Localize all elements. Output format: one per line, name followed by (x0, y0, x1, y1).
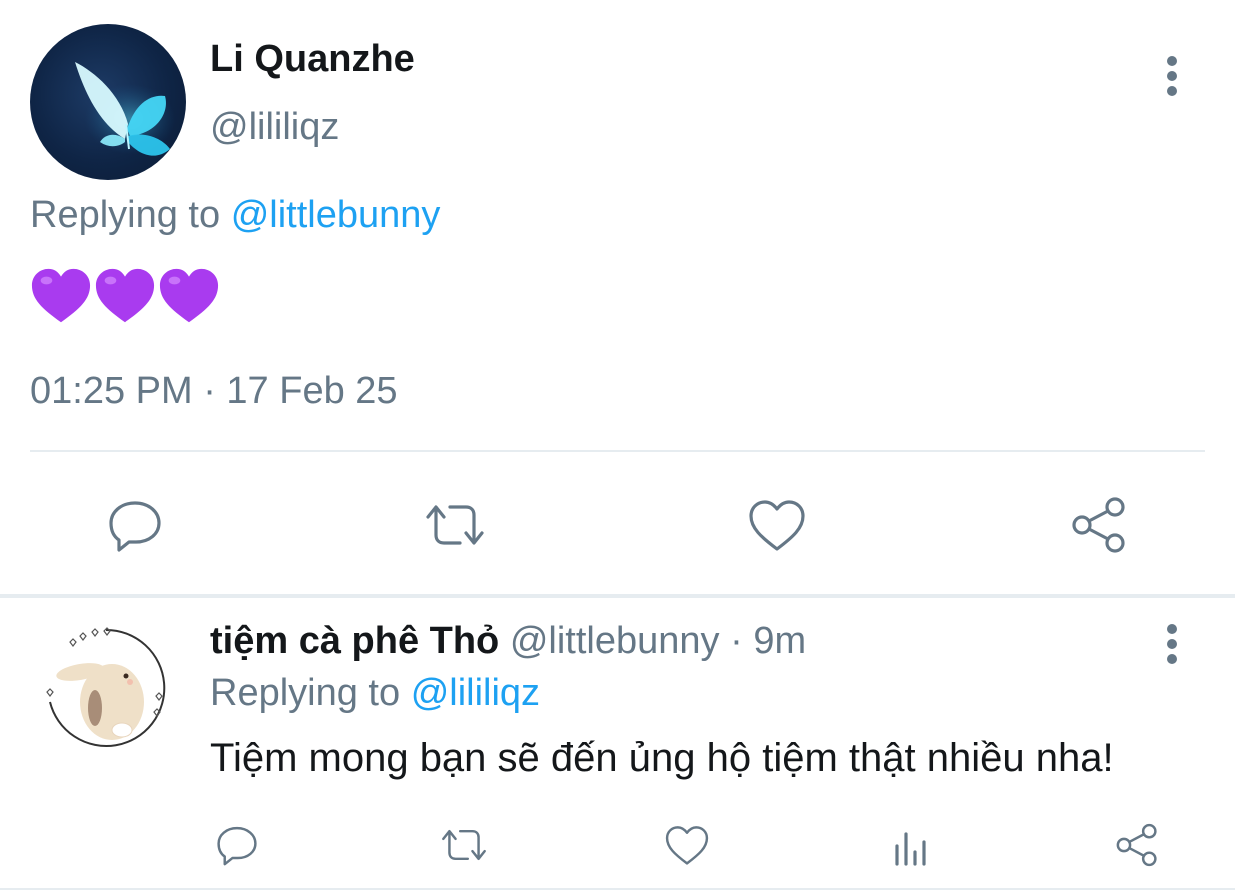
purple-heart-icon (95, 268, 155, 323)
purple-heart-icon (159, 268, 219, 323)
retweet-button[interactable] (436, 817, 492, 873)
share-button[interactable] (1064, 490, 1134, 560)
more-options-icon[interactable] (1162, 624, 1182, 669)
analytics-button[interactable] (886, 817, 936, 873)
bunny-avatar-icon (46, 627, 166, 747)
tweet-thread: Li Quanzhe @lililiqz Replying to @little… (0, 0, 1235, 894)
reply-button[interactable] (100, 490, 170, 560)
like-icon (665, 826, 709, 865)
divider (0, 888, 1235, 890)
reply-header: tiệm cà phê Thỏ @littlebunny · 9m (210, 620, 806, 663)
analytics-icon (895, 832, 926, 866)
purple-heart-icon (31, 268, 91, 323)
replying-prefix: Replying to (210, 672, 401, 714)
tweet-content (30, 266, 220, 328)
replying-to-link[interactable]: @lililiqz (411, 672, 540, 714)
author-avatar[interactable] (30, 24, 186, 180)
retweet-icon (442, 829, 486, 861)
share-icon (1072, 497, 1125, 553)
replying-to-line: Replying to @littlebunny (30, 194, 440, 237)
like-button[interactable] (742, 490, 812, 560)
divider (0, 594, 1235, 598)
header-separator: · (730, 620, 743, 662)
like-button[interactable] (660, 817, 714, 873)
tweet-actions (0, 490, 1235, 560)
butterfly-avatar-icon (75, 62, 175, 156)
retweet-icon (426, 505, 484, 545)
reply-author-handle[interactable]: @littlebunny (510, 620, 720, 662)
divider (30, 450, 1205, 452)
retweet-button[interactable] (420, 490, 490, 560)
author-name[interactable]: Li Quanzhe (210, 38, 415, 81)
replying-prefix: Replying to (30, 194, 221, 236)
reply-button[interactable] (212, 817, 262, 873)
reply-author-name[interactable]: tiệm cà phê Thỏ (210, 620, 499, 662)
reply-content: Tiệm mong bạn sẽ đến ủng hộ tiệm thật nh… (210, 736, 1114, 780)
reply-icon (109, 501, 161, 552)
reply-icon (217, 826, 257, 866)
more-options-icon[interactable] (1162, 56, 1182, 101)
reply-time: 9m (753, 620, 807, 662)
reply-actions (0, 815, 1235, 875)
share-icon (1116, 823, 1157, 867)
author-handle[interactable]: @lililiqz (210, 106, 339, 149)
like-icon (749, 500, 805, 551)
tweet-timestamp: 01:25 PM · 17 Feb 25 (30, 370, 398, 412)
replying-to-link[interactable]: @littlebunny (231, 194, 441, 236)
reply-author-avatar[interactable] (40, 622, 172, 754)
share-button[interactable] (1110, 817, 1164, 873)
replying-to-line: Replying to @lililiqz (210, 672, 540, 715)
